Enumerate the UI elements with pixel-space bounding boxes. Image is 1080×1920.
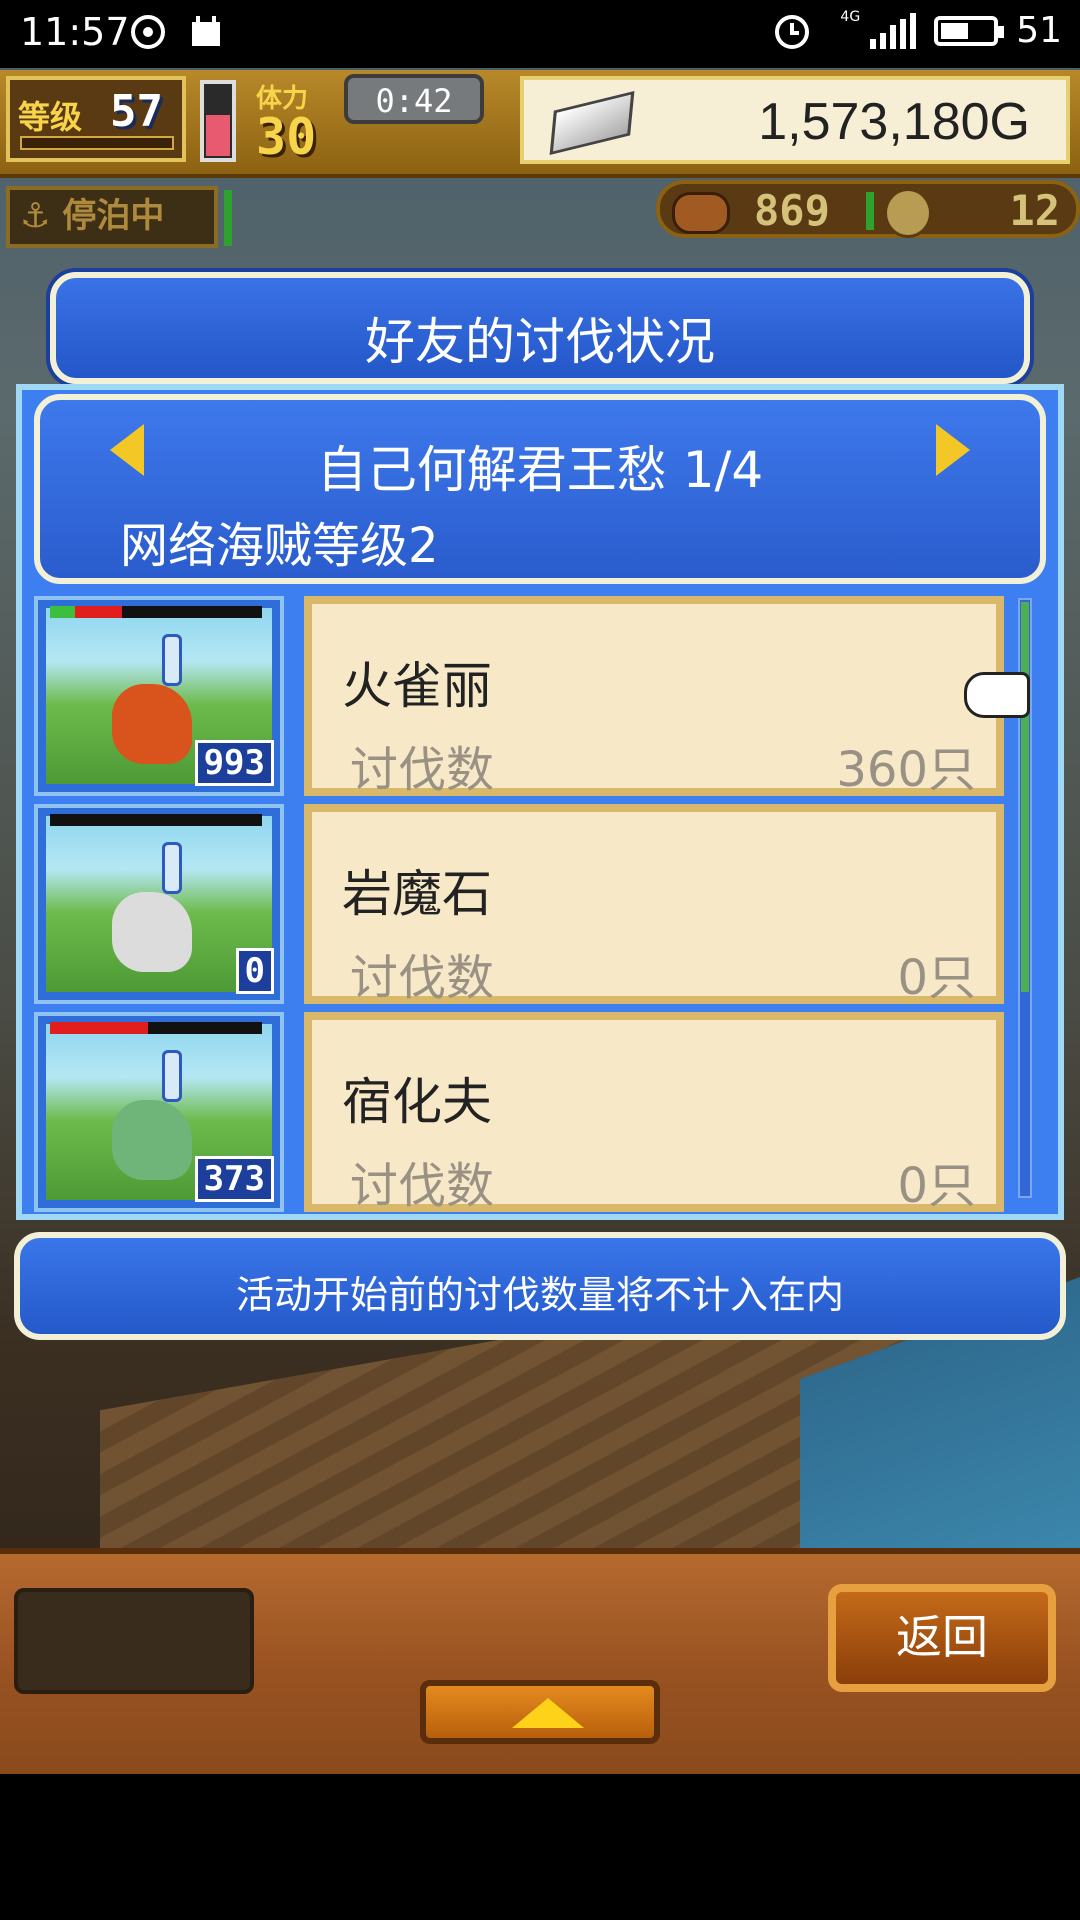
dialog-title-panel: 好友的讨伐状况 [50, 272, 1030, 384]
monster-name: 宿化夫 [342, 1073, 492, 1131]
stamina-value: 30 [256, 108, 317, 166]
monster-thumbnail: 373 [34, 1012, 284, 1212]
hp-bar [50, 814, 262, 826]
coin-value: 12 [1009, 186, 1060, 235]
anchor-status-text: 停泊中 [62, 196, 165, 236]
level-progress [20, 136, 174, 150]
kill-count-label: 讨伐数 [350, 742, 495, 798]
anchor-progress-bar [224, 190, 232, 246]
dialog-title: 好友的讨伐状况 [365, 313, 715, 371]
list-item[interactable]: 373 宿化夫 讨伐数 0只 [34, 1012, 1014, 1214]
notice-text: 活动开始前的讨伐数量将不计入在内 [235, 1273, 844, 1317]
list-item[interactable]: 0 岩魔石 讨伐数 0只 [34, 804, 1014, 1006]
monster-badge: 373 [194, 1156, 274, 1202]
monster-card[interactable]: 火雀丽 讨伐数 360只 [304, 596, 1004, 798]
empty-slot [14, 1588, 254, 1694]
monster-sprite [112, 1100, 192, 1180]
resource-separator [866, 192, 874, 230]
level-box: 等级 57 [6, 76, 186, 162]
status-time: 11:57 [20, 10, 130, 54]
monster-thumbnail: 0 [34, 804, 284, 1004]
hp-bar [50, 1022, 262, 1034]
notice-panel: 活动开始前的讨伐数量将不计入在内 [14, 1232, 1066, 1340]
expand-menu-button[interactable] [420, 1680, 660, 1744]
monster-sprite [112, 684, 192, 764]
monster-badge: 0 [235, 948, 274, 994]
exclamation-icon [162, 1050, 182, 1102]
coin-icon [884, 188, 932, 238]
gold-value: 1,573,180G [758, 93, 1030, 151]
friend-name-page: 自己何解君王愁 1/4 [316, 441, 764, 499]
back-button[interactable]: 返回 [828, 1584, 1056, 1692]
monster-badge: 993 [194, 740, 274, 786]
signal-icon [870, 12, 917, 49]
network-type: 4G [840, 8, 861, 25]
bottom-bar: 返回 [0, 1548, 1080, 1774]
status-bar: 11:57 4G 51 [0, 0, 1080, 68]
exclamation-icon [162, 634, 182, 686]
level-label: 等级 [18, 98, 83, 136]
status-right: 4G 51 [772, 8, 1062, 51]
list-item[interactable]: 993 火雀丽 讨伐数 360只 [34, 596, 1014, 798]
kill-count-value: 0只 [897, 950, 976, 1006]
sync-icon [131, 15, 165, 49]
food-value: 869 [754, 186, 830, 235]
friend-header: 自己何解君王愁 1/4 网络海贼等级2 [34, 394, 1046, 584]
monster-card[interactable]: 岩魔石 讨伐数 0只 [304, 804, 1004, 1006]
monster-name: 火雀丽 [342, 657, 492, 715]
kill-count-value: 360只 [836, 742, 976, 798]
calendar-icon [192, 16, 220, 46]
friend-pirate-level: 网络海贼等级2 [120, 518, 439, 574]
silver-ingot-icon [549, 90, 635, 156]
food-icon [672, 192, 730, 234]
exclamation-icon [162, 842, 182, 894]
alarm-icon [775, 14, 810, 49]
kill-count-label: 讨伐数 [350, 1158, 495, 1214]
pointing-hand-icon [964, 672, 1030, 718]
monster-sprite [112, 892, 192, 972]
resource-display: 869 12 [656, 180, 1080, 238]
stamina-gauge [200, 80, 236, 162]
level-value: 57 [110, 86, 163, 137]
monster-thumbnail: 993 [34, 596, 284, 796]
battery-level: 51 [1016, 10, 1062, 51]
monster-name: 岩魔石 [342, 865, 492, 923]
anchor-status: ⚓ 停泊中 [6, 186, 218, 248]
gold-display: 1,573,180G [520, 76, 1070, 164]
up-arrow-icon [512, 1698, 584, 1728]
kill-count-label: 讨伐数 [350, 950, 495, 1006]
top-hud: 等级 57 体力 30 0:42 1,573,180G [0, 70, 1080, 178]
kill-count-value: 0只 [897, 1158, 976, 1214]
friend-hunt-panel: 自己何解君王愁 1/4 网络海贼等级2 993 火雀丽 讨伐数 360只 0 岩… [16, 384, 1064, 1220]
battery-icon [934, 15, 1005, 46]
scrollbar-thumb[interactable] [1021, 602, 1029, 992]
hp-bar [50, 606, 262, 618]
anchor-icon: ⚓ [20, 196, 51, 236]
monster-card[interactable]: 宿化夫 讨伐数 0只 [304, 1012, 1004, 1214]
stamina-timer: 0:42 [344, 74, 484, 124]
